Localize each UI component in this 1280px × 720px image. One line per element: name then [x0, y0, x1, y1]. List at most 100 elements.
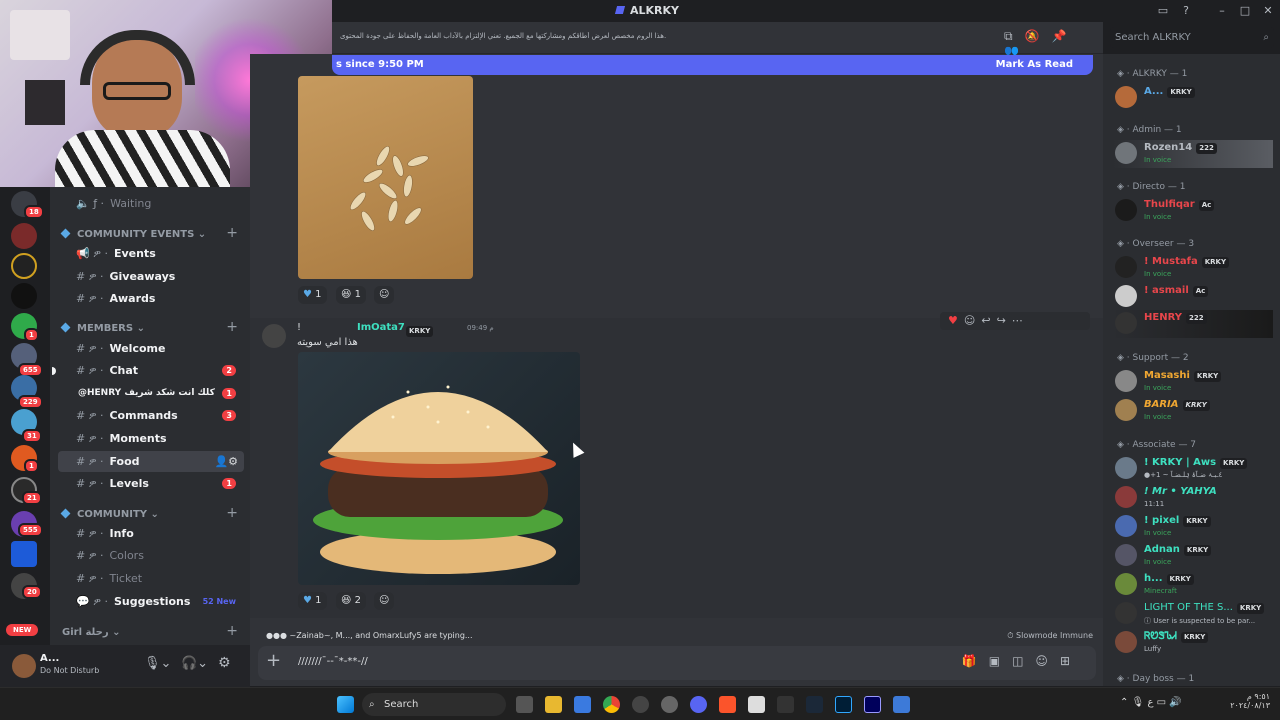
capcut-icon[interactable] [777, 696, 794, 713]
user-settings-icon[interactable]: ⚙ [218, 655, 231, 671]
attach-plus-icon[interactable]: + [266, 650, 281, 671]
server-icon[interactable] [11, 253, 37, 279]
add-reaction-button[interactable]: ☺ [374, 286, 395, 304]
steam-icon[interactable] [806, 696, 823, 713]
category-girl[interactable]: Girl رحلة ⌄ [62, 627, 120, 638]
pin-icon[interactable]: 📌 [1052, 29, 1079, 43]
add-channel-icon[interactable]: + [226, 225, 238, 241]
threads-icon[interactable]: ⧉ [1004, 29, 1025, 43]
reaction-heart[interactable]: ♥ 1 [298, 592, 327, 610]
member-item[interactable]: HENRY 222 [1113, 310, 1273, 338]
server-icon[interactable] [11, 541, 37, 567]
channel-chat[interactable]: # ዎ · Chat 2 [52, 360, 244, 381]
mark-as-read-button[interactable]: Mark As Read [996, 59, 1073, 70]
category-members[interactable]: MEMBERS ⌄ [60, 322, 145, 334]
reaction-laugh[interactable]: 😆 2 [336, 592, 366, 610]
channel-colors[interactable]: # ዎ · Colors [58, 545, 244, 566]
add-channel-icon[interactable]: + [226, 623, 238, 639]
member-item[interactable]: ! pixel KRKY In voice [1113, 513, 1273, 541]
reaction-laugh[interactable]: 😆 1 [336, 286, 366, 304]
channel-levels[interactable]: # ዎ · Levels 1 [58, 473, 244, 494]
channel-moments[interactable]: # ዎ · Moments [58, 428, 244, 449]
member-item[interactable]: Thulfiqar Ac In voice [1113, 197, 1273, 225]
server-icon[interactable] [11, 223, 37, 249]
channel-welcome[interactable]: # ዎ · Welcome [58, 338, 244, 359]
composer-input[interactable]: ///////¯--¯*-**-// [298, 656, 368, 667]
notifications-muted-icon[interactable]: 🔕 [1025, 29, 1052, 43]
channel-suggestions[interactable]: 💬 ዎ · Suggestions 52 New [58, 591, 244, 612]
member-item[interactable]: ! Mr • YAHYA 11:11 [1113, 484, 1273, 512]
start-icon[interactable] [337, 696, 354, 713]
reaction-heart[interactable]: ♥ 1 [298, 286, 327, 304]
more-icon[interactable]: ⋯ [1012, 314, 1029, 327]
heart-reaction-icon[interactable]: ♥ [948, 314, 964, 327]
app-icon[interactable] [748, 696, 765, 713]
app-icon[interactable] [632, 696, 649, 713]
message-composer[interactable]: + ///////¯--¯*-**-// 🎁▣◫☺⊞ [258, 646, 1096, 680]
burger-image[interactable] [298, 352, 580, 585]
new-servers-badge[interactable]: NEW [6, 624, 39, 636]
discord-icon[interactable] [690, 696, 707, 713]
settings-icon[interactable]: 👤⚙ [214, 451, 238, 472]
member-item[interactable]: A... KRKY [1113, 84, 1273, 112]
brave-icon[interactable] [719, 696, 736, 713]
channel-info[interactable]: # ዎ · Info [58, 523, 244, 544]
channel-events[interactable]: 📢 ዎ · Events [58, 243, 244, 264]
member-item[interactable]: ᏒᏬᏕᏖᏗ KRKY Luffy [1113, 629, 1273, 657]
photoshop-icon[interactable] [835, 696, 852, 713]
channel-ticket[interactable]: # ዎ · Ticket [58, 568, 244, 589]
member-item[interactable]: LIGHT OF THE S... KRKY ⓘ User is suspected… [1113, 600, 1273, 628]
system-tray[interactable]: ⌃ 🎙 ع ▭ 🔊 [1120, 697, 1182, 708]
member-item[interactable]: ! KRKY | Aws KRKY ●+1 ~ ٤ـبـۂ ضـآۂ ۂلـضـآ [1113, 455, 1273, 483]
almonds-image[interactable] [298, 76, 473, 279]
add-reaction-icon[interactable]: ☺ [964, 314, 981, 327]
file-explorer-icon[interactable] [545, 696, 562, 713]
minimize-button[interactable]: – [1214, 3, 1230, 19]
channel-topic[interactable]: هذا الروم مخصص لعرض أطاقكم ومشاركتها مع … [340, 32, 680, 40]
add-channel-icon[interactable]: + [226, 505, 238, 521]
microphone-icon[interactable]: 🎙⌄ [144, 656, 171, 671]
reply-icon[interactable]: ↩ [981, 314, 996, 327]
forward-icon[interactable]: ↪ [997, 314, 1012, 327]
member-item[interactable]: Adnan KRKY In voice [1113, 542, 1273, 570]
premiere-icon[interactable] [864, 696, 881, 713]
emoji-icon[interactable]: ☺ [1035, 654, 1060, 668]
server-search-input[interactable]: Search ALKRKY ⌕ [1110, 27, 1274, 48]
avatar[interactable] [12, 654, 36, 678]
inbox-icon[interactable]: ▭ [1155, 3, 1171, 19]
sticker-icon[interactable]: ◫ [1012, 654, 1035, 668]
maximize-button[interactable]: □ [1237, 3, 1253, 19]
gift-icon[interactable]: 🎁 [962, 654, 989, 668]
task-view-icon[interactable] [516, 696, 533, 713]
member-item[interactable]: h... KRKY Minecraft [1113, 571, 1273, 599]
new-messages-bar[interactable]: s since 9:50 PM Mark As Read [332, 55, 1093, 75]
headphones-icon[interactable]: 🎧⌄ [181, 656, 208, 671]
obs-icon[interactable] [661, 696, 678, 713]
help-icon[interactable]: ? [1178, 3, 1194, 19]
member-item[interactable]: Masashi KRKY In voice [1113, 368, 1273, 396]
member-item[interactable]: BARIA KRKY In voice [1113, 397, 1273, 425]
gif-icon[interactable]: ▣ [989, 654, 1012, 668]
chrome-icon[interactable] [603, 696, 620, 713]
close-button[interactable]: ✕ [1260, 3, 1276, 19]
apps-icon[interactable]: ⊞ [1060, 654, 1082, 668]
app-icon[interactable] [893, 696, 910, 713]
channel-food[interactable]: # ዎ · Food 👤⚙ [58, 451, 244, 472]
taskbar-search[interactable]: ⌕ Search [362, 693, 506, 716]
message-author[interactable]: ImOata7 [357, 322, 405, 333]
category-community-events[interactable]: COMMUNITY EVENTS ⌄ [60, 228, 206, 240]
channel-giveaways[interactable]: # ዎ · Giveaways [58, 266, 244, 287]
channel-awards[interactable]: # ዎ · Awards [58, 288, 244, 309]
member-item[interactable]: ! asmail Ac [1113, 283, 1273, 311]
member-item[interactable]: Rozen14 222 In voice [1113, 140, 1273, 168]
avatar[interactable] [262, 324, 286, 348]
member-item[interactable]: ! Mustafa KRKY In voice [1113, 254, 1273, 282]
category-community[interactable]: COMMUNITY ⌄ [60, 508, 159, 520]
taskbar-clock[interactable]: ٩:٥١ م ٢٠٢٤/٠٨/١٣ [1230, 692, 1270, 710]
add-reaction-button[interactable]: ☺ [374, 592, 395, 610]
channel-commands[interactable]: # ዎ · Commands 3 [58, 405, 244, 426]
channel-waiting[interactable]: 🔈 ƒ · Waiting [58, 193, 244, 214]
server-icon[interactable] [11, 283, 37, 309]
thread-henry[interactable]: @HENRY كلك انت شكد شريف 1 [58, 383, 244, 404]
add-channel-icon[interactable]: + [226, 319, 238, 335]
